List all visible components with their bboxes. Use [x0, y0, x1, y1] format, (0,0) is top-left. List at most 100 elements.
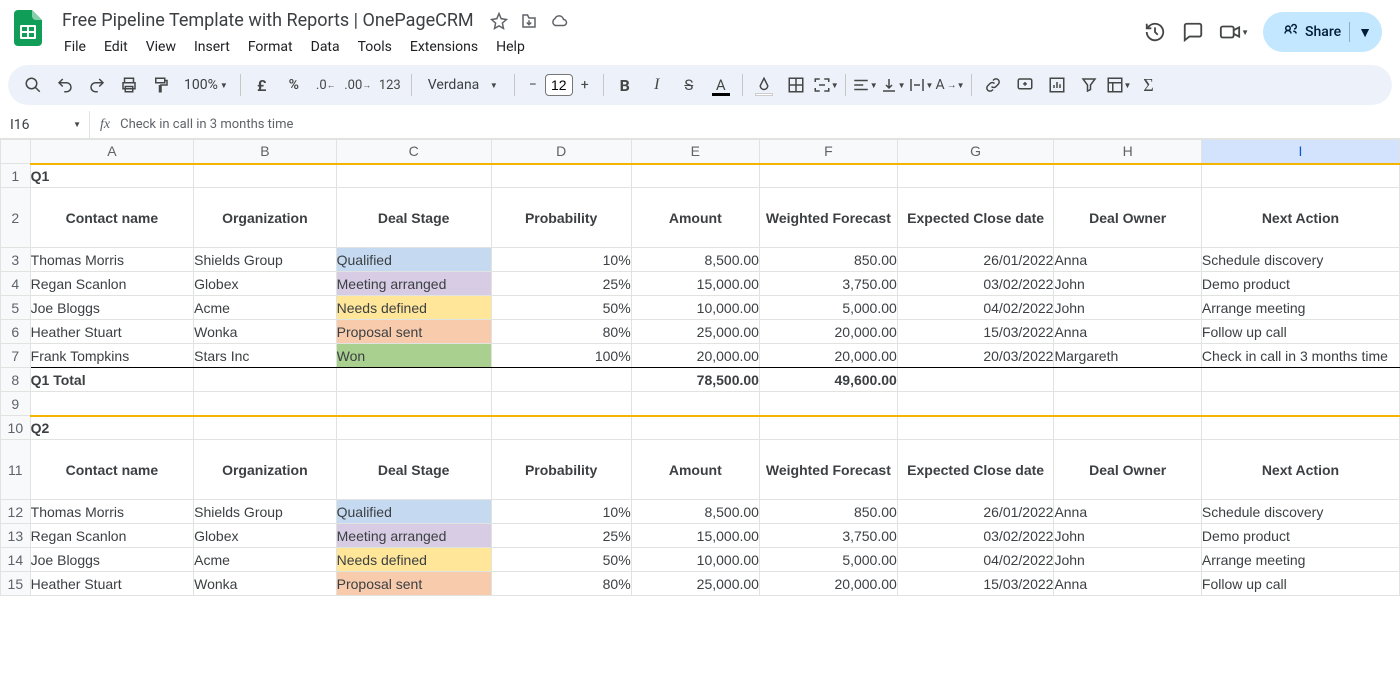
cell-owner[interactable]: Anna: [1054, 500, 1201, 524]
cell-next[interactable]: Demo product: [1201, 524, 1399, 548]
col-header-H[interactable]: H: [1054, 140, 1201, 164]
cell-amount[interactable]: 8,500.00: [631, 500, 759, 524]
cell[interactable]: [759, 164, 897, 188]
cell-org[interactable]: Stars Inc: [194, 344, 337, 368]
strikethrough-icon[interactable]: S: [674, 70, 704, 100]
col-header-B[interactable]: B: [194, 140, 337, 164]
row-header-6[interactable]: 6: [1, 320, 31, 344]
cell[interactable]: [897, 368, 1054, 392]
cell-stage[interactable]: Meeting arranged: [336, 524, 491, 548]
document-title[interactable]: Free Pipeline Template with Reports | On…: [56, 8, 480, 33]
row-header-9[interactable]: 9: [1, 392, 31, 416]
cell-owner[interactable]: Margareth: [1054, 344, 1201, 368]
cell-org[interactable]: Shields Group: [194, 500, 337, 524]
cell-stage[interactable]: Qualified: [336, 500, 491, 524]
col-header-C[interactable]: C: [336, 140, 491, 164]
cell-stage[interactable]: Qualified: [336, 248, 491, 272]
menu-tools[interactable]: Tools: [350, 35, 400, 59]
table-header[interactable]: Contact name: [30, 440, 193, 500]
cell[interactable]: [1054, 368, 1201, 392]
cell-forecast[interactable]: 20,000.00: [759, 320, 897, 344]
cell-org[interactable]: Shields Group: [194, 248, 337, 272]
text-color-icon[interactable]: A: [706, 70, 736, 100]
cell[interactable]: [336, 392, 491, 416]
cell-owner[interactable]: Anna: [1054, 248, 1201, 272]
row-header-8[interactable]: 8: [1, 368, 31, 392]
filter-views-icon[interactable]: ▼: [1106, 70, 1132, 100]
cell-org[interactable]: Globex: [194, 272, 337, 296]
cell[interactable]: [1054, 416, 1201, 440]
borders-icon[interactable]: [781, 70, 811, 100]
cell-amount[interactable]: 8,500.00: [631, 248, 759, 272]
cell-close[interactable]: 04/02/2022: [897, 548, 1054, 572]
cloud-status-icon[interactable]: [548, 10, 570, 32]
row-header-11[interactable]: 11: [1, 440, 31, 500]
cell-owner[interactable]: John: [1054, 524, 1201, 548]
cell-contact[interactable]: Joe Bloggs: [30, 548, 193, 572]
cell-org[interactable]: Acme: [194, 548, 337, 572]
text-rotation-icon[interactable]: A→▼: [935, 70, 964, 100]
meet-icon[interactable]: ▼: [1219, 20, 1249, 44]
star-icon[interactable]: [488, 10, 510, 32]
cell-close[interactable]: 26/01/2022: [897, 500, 1054, 524]
cell-forecast[interactable]: 5,000.00: [759, 548, 897, 572]
table-header[interactable]: Next Action: [1201, 440, 1399, 500]
cell[interactable]: [491, 416, 631, 440]
row-header-14[interactable]: 14: [1, 548, 31, 572]
total-forecast[interactable]: 49,600.00: [759, 368, 897, 392]
comments-icon[interactable]: [1181, 20, 1205, 44]
cell[interactable]: [194, 368, 337, 392]
menu-insert[interactable]: Insert: [186, 35, 238, 59]
table-header[interactable]: Expected Close date: [897, 188, 1054, 248]
cell-org[interactable]: Globex: [194, 524, 337, 548]
percent-icon[interactable]: %: [279, 70, 309, 100]
cell-forecast[interactable]: 3,750.00: [759, 524, 897, 548]
font-size-input[interactable]: [545, 74, 573, 96]
row-header-15[interactable]: 15: [1, 572, 31, 596]
currency-icon[interactable]: £: [247, 70, 277, 100]
cell-forecast[interactable]: 3,750.00: [759, 272, 897, 296]
cell-close[interactable]: 15/03/2022: [897, 572, 1054, 596]
cell-prob[interactable]: 25%: [491, 272, 631, 296]
menu-edit[interactable]: Edit: [96, 35, 136, 59]
menu-file[interactable]: File: [56, 35, 94, 59]
cell[interactable]: [759, 416, 897, 440]
cell-close[interactable]: 03/02/2022: [897, 524, 1054, 548]
table-header[interactable]: Expected Close date: [897, 440, 1054, 500]
sheets-logo-icon[interactable]: [8, 8, 48, 48]
cell-amount[interactable]: 20,000.00: [631, 344, 759, 368]
move-icon[interactable]: [518, 10, 540, 32]
row-header-7[interactable]: 7: [1, 344, 31, 368]
cell[interactable]: [897, 392, 1054, 416]
select-all-corner[interactable]: [1, 140, 31, 164]
row-header-5[interactable]: 5: [1, 296, 31, 320]
cell-contact[interactable]: Regan Scanlon: [30, 272, 193, 296]
row-header-13[interactable]: 13: [1, 524, 31, 548]
row-header-10[interactable]: 10: [1, 416, 31, 440]
cell-prob[interactable]: 80%: [491, 572, 631, 596]
section-title[interactable]: Q2: [30, 416, 193, 440]
cell-owner[interactable]: Anna: [1054, 320, 1201, 344]
table-header[interactable]: Weighted Forecast: [759, 188, 897, 248]
spreadsheet-grid[interactable]: ABCDEFGHI1Q12Contact nameOrganizationDea…: [0, 139, 1400, 672]
cell-next[interactable]: Follow up call: [1201, 572, 1399, 596]
cell-contact[interactable]: Regan Scanlon: [30, 524, 193, 548]
cell-stage[interactable]: Needs defined: [336, 296, 491, 320]
cell-next[interactable]: Arrange meeting: [1201, 296, 1399, 320]
cell-stage[interactable]: Proposal sent: [336, 320, 491, 344]
table-header[interactable]: Deal Owner: [1054, 188, 1201, 248]
cell[interactable]: [1201, 368, 1399, 392]
col-header-G[interactable]: G: [897, 140, 1054, 164]
cell-close[interactable]: 03/02/2022: [897, 272, 1054, 296]
share-button[interactable]: Share ▼: [1263, 12, 1382, 52]
cell-prob[interactable]: 100%: [491, 344, 631, 368]
cell[interactable]: [491, 164, 631, 188]
cell[interactable]: [1054, 392, 1201, 416]
table-header[interactable]: Amount: [631, 440, 759, 500]
cell-forecast[interactable]: 20,000.00: [759, 344, 897, 368]
zoom-select[interactable]: 100%▼: [178, 77, 234, 93]
cell[interactable]: [759, 392, 897, 416]
table-header[interactable]: Probability: [491, 188, 631, 248]
cell-contact[interactable]: Joe Bloggs: [30, 296, 193, 320]
cell-close[interactable]: 15/03/2022: [897, 320, 1054, 344]
